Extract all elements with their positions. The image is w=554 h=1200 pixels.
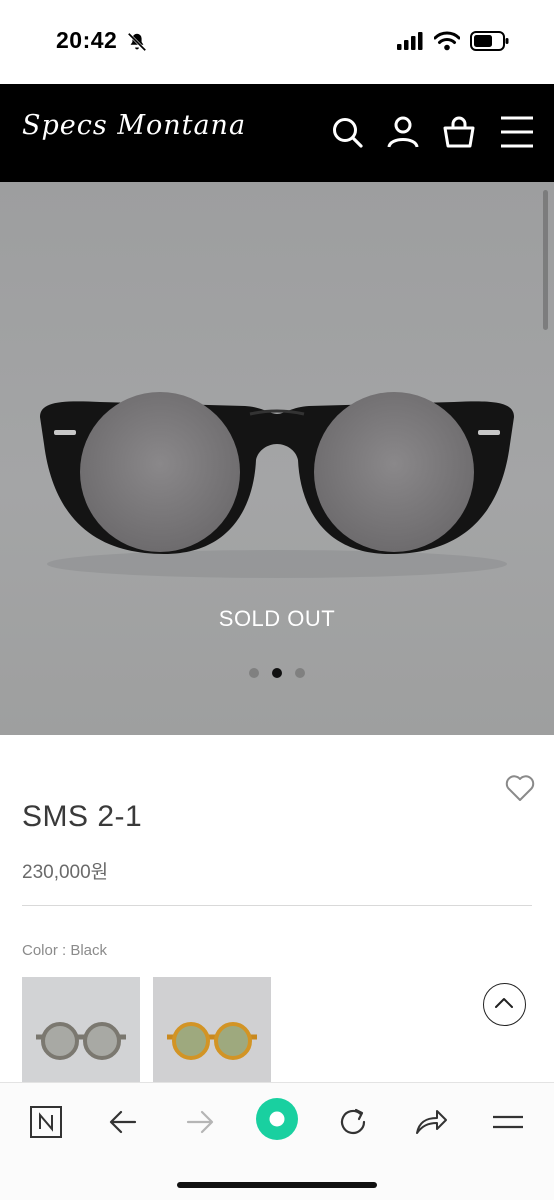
search-icon[interactable] — [329, 114, 365, 150]
cellular-signal-icon — [397, 32, 423, 50]
product-price: 230,000원 — [22, 862, 109, 883]
green-dot-icon[interactable] — [255, 1097, 299, 1141]
divider — [22, 905, 532, 906]
menu-icon[interactable] — [499, 114, 535, 150]
sold-out-badge: SOLD OUT — [218, 606, 336, 631]
wifi-icon — [434, 31, 460, 51]
refresh-icon[interactable] — [334, 1102, 374, 1142]
carousel-dot-1[interactable] — [249, 668, 259, 678]
carousel-dots — [0, 668, 554, 678]
bell-off-icon — [127, 32, 147, 52]
scroll-to-top-button[interactable] — [483, 983, 526, 1026]
site-logo[interactable]: Specs Montana — [22, 110, 246, 141]
sunglasses-image — [40, 392, 514, 578]
back-arrow-icon[interactable] — [103, 1102, 143, 1142]
battery-icon — [470, 31, 509, 51]
swatch-amber-frame[interactable] — [153, 977, 271, 1083]
share-icon[interactable] — [411, 1102, 451, 1142]
naver-n-icon[interactable] — [26, 1102, 66, 1142]
product-image-carousel[interactable]: SOLD OUT — [0, 182, 554, 735]
swatch-grey-frame[interactable] — [22, 977, 140, 1083]
status-indicators — [396, 30, 510, 52]
account-icon[interactable] — [385, 114, 421, 150]
heart-icon[interactable] — [505, 774, 535, 802]
carousel-dot-3[interactable] — [295, 668, 305, 678]
color-label: Color : Black — [22, 942, 108, 959]
chevron-up-icon — [495, 998, 513, 1008]
carousel-dot-2[interactable] — [272, 668, 282, 678]
product-name: SMS 2-1 — [22, 800, 143, 833]
hero-scrollbar[interactable] — [543, 190, 548, 330]
home-indicator — [177, 1182, 377, 1188]
browser-menu-icon[interactable] — [488, 1102, 528, 1142]
status-bar: 20:42 — [0, 0, 554, 84]
cart-icon[interactable] — [441, 114, 477, 150]
status-time: 20:42 — [56, 27, 118, 53]
forward-arrow-icon[interactable] — [180, 1102, 220, 1142]
site-header: Specs Montana — [0, 84, 554, 182]
